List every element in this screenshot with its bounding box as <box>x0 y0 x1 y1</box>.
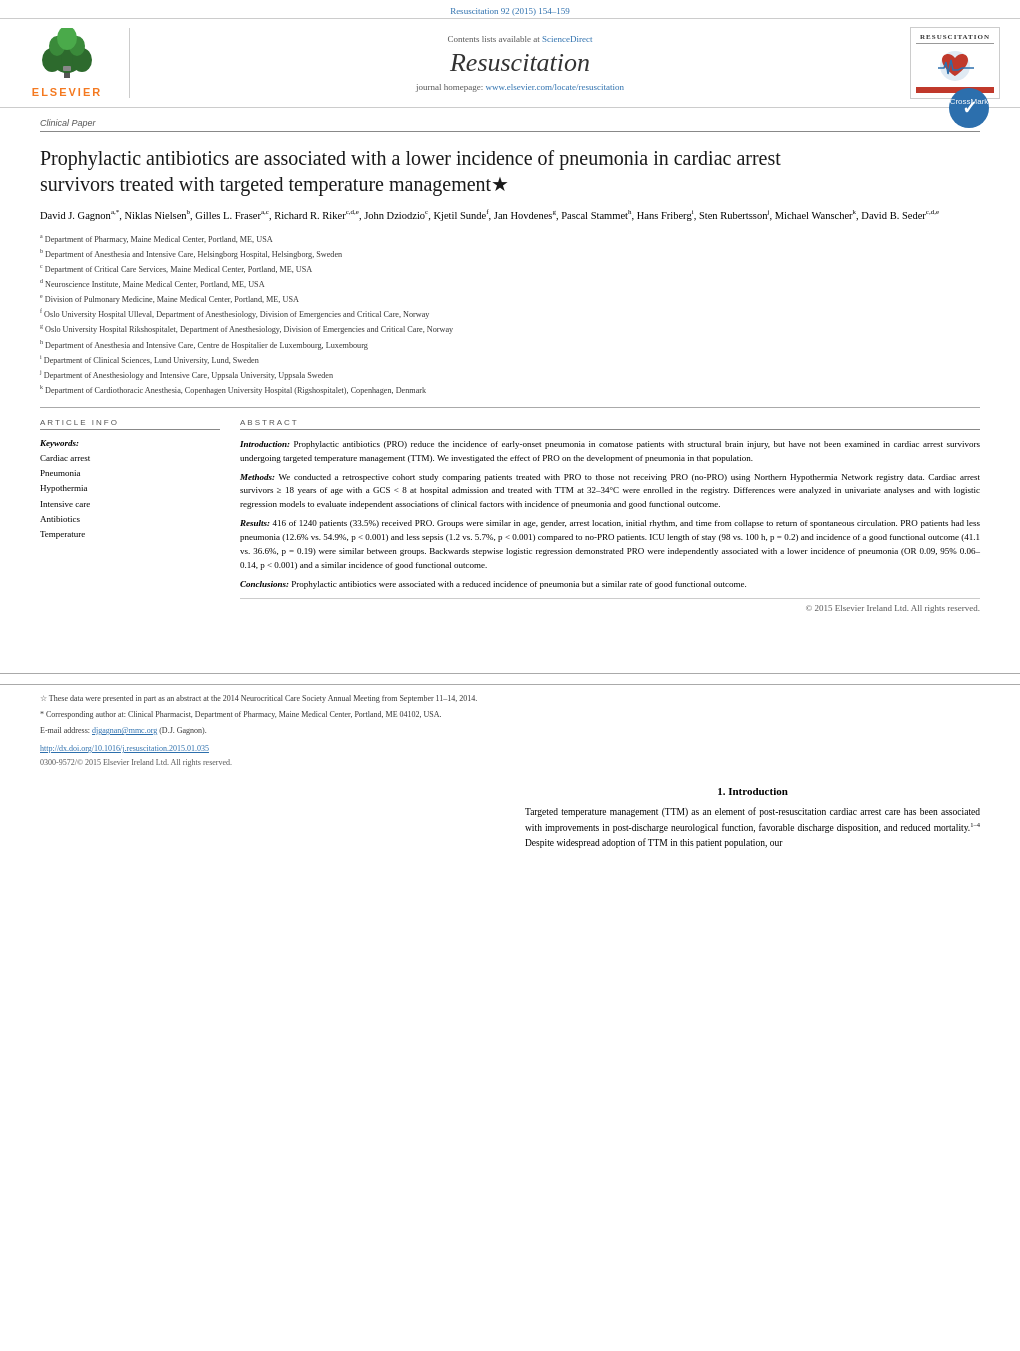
keywords-label: Keywords: <box>40 438 220 448</box>
citation-text: Resuscitation 92 (2015) 154–159 <box>450 6 570 16</box>
journal-header: ELSEVIER Contents lists available at Sci… <box>0 18 1020 108</box>
affiliations: a Department of Pharmacy, Maine Medical … <box>40 232 980 396</box>
section-label: Clinical Paper <box>40 118 980 132</box>
article-info-panel: ARTICLE INFO Keywords: Cardiac arrest Pn… <box>40 418 220 613</box>
elsevier-text: ELSEVIER <box>32 86 102 98</box>
methods-text: We conducted a retrospective cohort stud… <box>240 472 980 510</box>
corresponding-footnote: * Corresponding author at: Clinical Phar… <box>40 709 980 721</box>
homepage-url[interactable]: www.elsevier.com/locate/resuscitation <box>486 82 624 92</box>
abstract-section: ABSTRACT Introduction: Prophylactic anti… <box>240 418 980 613</box>
contents-line: Contents lists available at ScienceDirec… <box>145 34 895 44</box>
article-title: Prophylactic antibiotics are associated … <box>40 145 860 197</box>
star-footnote: ☆ These data were presented in part as a… <box>40 693 980 705</box>
methods-label: Methods: <box>240 472 275 482</box>
abstract-header: ABSTRACT <box>240 418 980 430</box>
article-info-abstract: ARTICLE INFO Keywords: Cardiac arrest Pn… <box>40 418 980 613</box>
homepage-prefix: journal homepage: <box>416 82 483 92</box>
keyword-intensive-care: Intensive care <box>40 497 220 512</box>
keyword-hypothermia: Hypothermia <box>40 481 220 496</box>
crossmark-badge: CrossMark ✓ <box>948 87 990 131</box>
resus-logo-title: RESUSCITATION <box>916 33 994 44</box>
email-footnote: E-mail address: djgagnan@mmc.org (D.J. G… <box>40 725 980 737</box>
doi-link[interactable]: http://dx.doi.org/10.1016/j.resuscitatio… <box>40 744 209 753</box>
section-divider <box>40 407 980 408</box>
intro-right-col: 1. Introduction Targeted temperature man… <box>510 785 980 850</box>
keyword-antibiotics: Antibiotics <box>40 512 220 527</box>
intro-superscript: 1–4 <box>970 821 980 828</box>
intro-label: Introduction: <box>240 439 290 449</box>
journal-center: Contents lists available at ScienceDirec… <box>145 34 895 92</box>
keywords-list: Cardiac arrest Pneumonia Hypothermia Int… <box>40 451 220 543</box>
conclusions-text: Prophylactic antibiotics were associated… <box>291 579 746 589</box>
abstract-methods: Methods: We conducted a retrospective co… <box>240 471 980 513</box>
page: Resuscitation 92 (2015) 154–159 ELSEVIER <box>0 0 1020 1351</box>
keyword-pneumonia: Pneumonia <box>40 466 220 481</box>
heart-icon <box>935 48 975 83</box>
bottom-section: ☆ These data were presented in part as a… <box>0 673 1020 850</box>
main-content: Clinical Paper Prophylactic antibiotics … <box>0 108 1020 633</box>
journal-title: Resuscitation <box>145 48 895 78</box>
conclusions-label: Conclusions: <box>240 579 289 589</box>
abstract-copyright: © 2015 Elsevier Ireland Ltd. All rights … <box>240 598 980 613</box>
top-citation-bar: Resuscitation 92 (2015) 154–159 <box>0 0 1020 18</box>
article-info-header: ARTICLE INFO <box>40 418 220 430</box>
intro-text: Prophylactic antibiotics (PRO) reduce th… <box>240 439 980 463</box>
svg-text:✓: ✓ <box>962 98 977 118</box>
abstract-conclusions: Conclusions: Prophylactic antibiotics we… <box>240 578 980 592</box>
elsevier-tree-icon <box>32 28 102 83</box>
sciencedirect-link[interactable]: ScienceDirect <box>542 34 592 44</box>
abstract-introduction: Introduction: Prophylactic antibiotics (… <box>240 438 980 466</box>
results-label: Results: <box>240 518 270 528</box>
email-link[interactable]: djgagnan@mmc.org <box>92 726 157 735</box>
abstract-text: Introduction: Prophylactic antibiotics (… <box>240 438 980 592</box>
issn-line: 0300-9572/© 2015 Elsevier Ireland Ltd. A… <box>40 757 980 769</box>
results-text: 416 of 1240 patients (33.5%) received PR… <box>240 518 980 570</box>
intro-left-col <box>40 785 510 850</box>
keyword-temperature: Temperature <box>40 527 220 542</box>
doi-line: http://dx.doi.org/10.1016/j.resuscitatio… <box>40 743 980 755</box>
introduction-title: 1. Introduction <box>525 785 980 797</box>
keywords-section: Keywords: Cardiac arrest Pneumonia Hypot… <box>40 438 220 543</box>
authors: David J. Gagnona,*, Niklas Nielsenb, Gil… <box>40 207 980 224</box>
homepage-line: journal homepage: www.elsevier.com/locat… <box>145 82 895 92</box>
svg-rect-7 <box>63 66 71 71</box>
introduction-text: Targeted temperature management (TTM) as… <box>525 805 980 850</box>
introduction-section: 1. Introduction Targeted temperature man… <box>0 785 1020 850</box>
abstract-results: Results: 416 of 1240 patients (33.5%) re… <box>240 517 980 573</box>
keyword-cardiac-arrest: Cardiac arrest <box>40 451 220 466</box>
footnotes: ☆ These data were presented in part as a… <box>0 684 1020 769</box>
elsevier-logo: ELSEVIER <box>20 28 130 98</box>
contents-prefix: Contents lists available at <box>448 34 540 44</box>
